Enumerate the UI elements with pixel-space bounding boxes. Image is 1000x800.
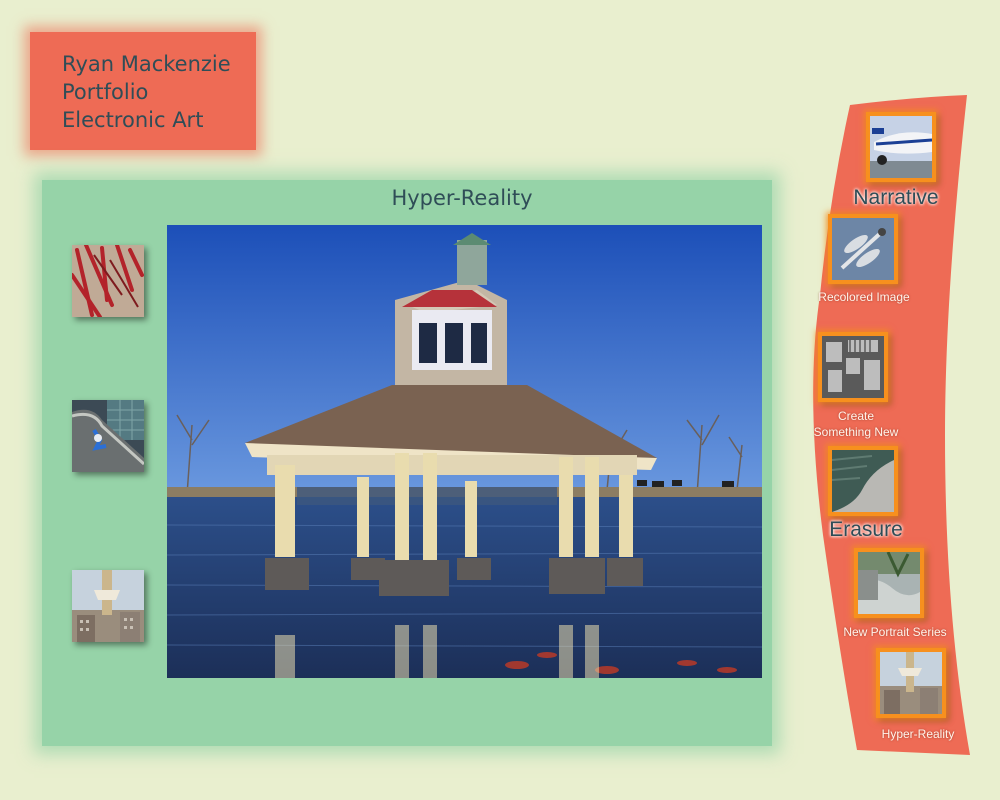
nav-label-create-something-new[interactable]: Create Something New	[796, 408, 916, 440]
hyper-reality-thumbnail[interactable]	[876, 648, 946, 718]
title-line-category: Electronic Art	[62, 108, 204, 132]
nav-label-narrative[interactable]: Narrative	[846, 186, 946, 210]
nav-label-recolored-image[interactable]: Recolored Image	[808, 290, 920, 304]
title-line-portfolio: Portfolio	[62, 80, 149, 104]
airplane-thumbnail[interactable]	[866, 112, 936, 182]
nav-label-new-portrait-series[interactable]: New Portrait Series	[830, 625, 960, 639]
nav-label-hyper-reality[interactable]: Hyper-Reality	[866, 727, 970, 741]
erasure-thumbnail[interactable]	[828, 446, 898, 516]
tower-thumbnail[interactable]	[72, 570, 144, 642]
machinery-thumbnail[interactable]	[818, 332, 888, 402]
nav-label-create-line1: Create	[837, 409, 875, 423]
portrait-thumbnail[interactable]	[854, 548, 924, 618]
main-gallery-panel: Hyper-Reality	[42, 180, 772, 746]
building-ledge-thumbnail[interactable]	[72, 400, 144, 472]
title-line-name: Ryan Mackenzie	[62, 52, 231, 76]
gazebo-on-lake-photo	[167, 225, 762, 678]
branches-thumbnail[interactable]	[72, 245, 144, 317]
gallery-title: Hyper-Reality	[391, 186, 533, 210]
site-title-box: Ryan Mackenzie Portfolio Electronic Art	[30, 32, 256, 150]
nav-label-erasure[interactable]: Erasure	[816, 518, 916, 542]
nav-label-create-line2: Something New	[813, 425, 899, 439]
dragonfly-thumbnail[interactable]	[828, 214, 898, 284]
